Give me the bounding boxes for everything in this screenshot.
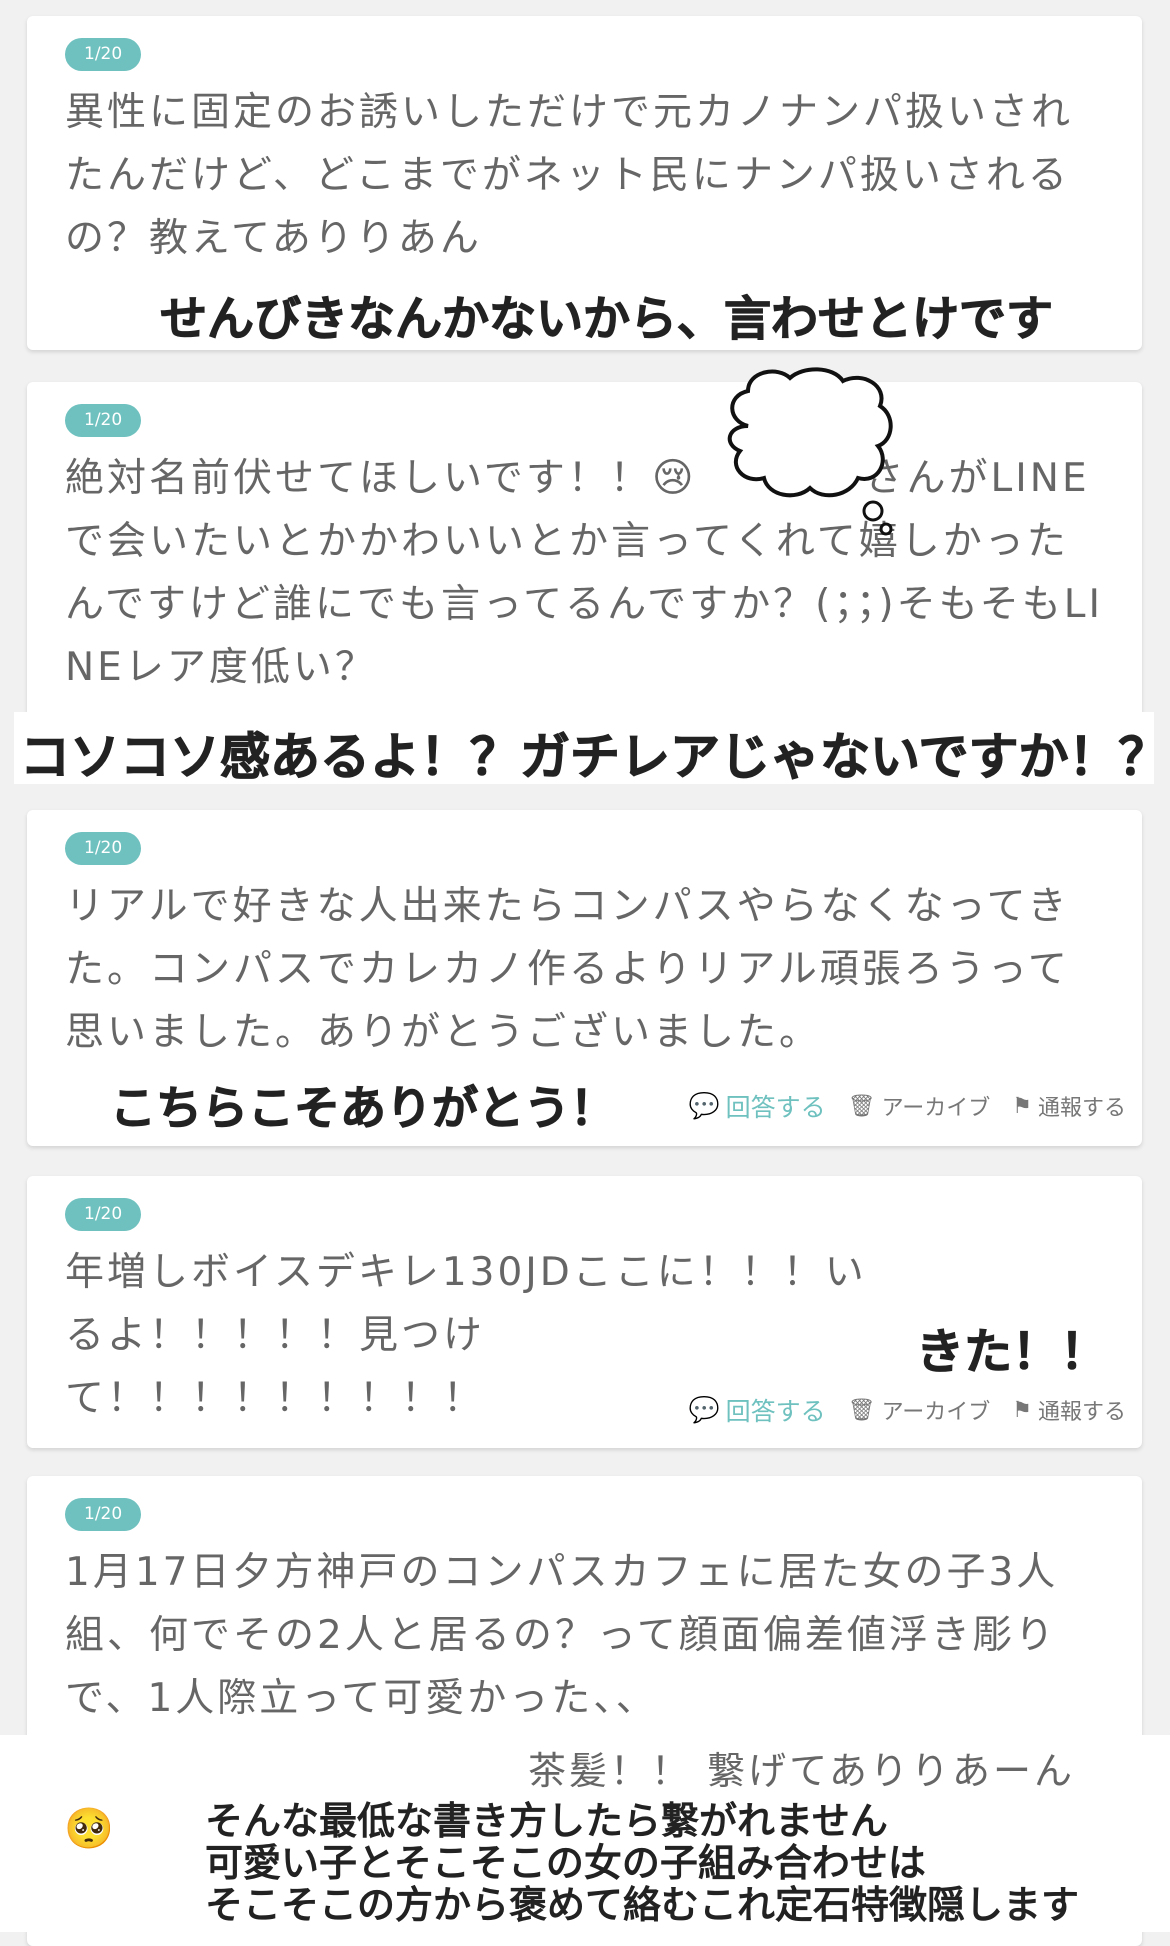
reply-button[interactable]: 💬 回答する [688, 1392, 825, 1428]
answer-overlay-3: こちらこそありがとう！ [110, 1081, 617, 1136]
question-text: 絶対名前伏せてほしいです！！😢 さんがLINEで会いたいとかかわいいとか言ってく… [65, 447, 1108, 699]
date-badge: 1/20 [65, 832, 142, 865]
chat-bubble-icon: 💬 [688, 1395, 720, 1424]
archive-button[interactable]: 🗑 アーカイブ [848, 1394, 991, 1426]
report-button[interactable]: ⚑ 通報する [1012, 1090, 1126, 1122]
question-text: 1月17日夕方神戸のコンパスカフェに居た女の子3人組、何でその2人と居るの？って… [65, 1550, 1059, 1721]
answer-overlay-4: きた！！ [915, 1324, 1109, 1381]
flag-icon: ⚑ [1012, 1397, 1032, 1423]
question-text: リアルで好きな人出来たらコンパスやらなくなってきた。コンパスでカレカノ作るよりリ… [65, 884, 1070, 1055]
trash-icon: 🗑 [847, 1397, 876, 1423]
date-badge: 1/20 [65, 1498, 142, 1531]
report-button[interactable]: ⚑ 通報する [1012, 1394, 1126, 1426]
chat-bubble-icon: 💬 [688, 1091, 720, 1120]
pleading-face-icon: 🥺 [64, 1806, 114, 1852]
reply-label: 回答する [725, 1397, 826, 1426]
trash-icon: 🗑 [847, 1093, 876, 1119]
action-bar: 💬 回答する 🗑 アーカイブ ⚑ 通報する [688, 1392, 1126, 1428]
archive-label: アーカイブ [881, 1400, 991, 1425]
report-label: 通報する [1037, 1400, 1126, 1425]
answer-overlay-1: せんびきなんかないから、言わせとけです [160, 292, 1054, 348]
reply-button[interactable]: 💬 回答する [688, 1088, 825, 1124]
date-badge: 1/20 [65, 38, 142, 71]
question-text-part: 絶対名前伏せてほしいです！！ [65, 456, 652, 501]
reply-label: 回答する [725, 1093, 826, 1122]
report-label: 通報する [1037, 1096, 1126, 1121]
question-text: 異性に固定のお誘いしただけで元カノナンパ扱いされたんだけど、どこまでがネット民に… [65, 90, 1074, 261]
archive-label: アーカイブ [881, 1096, 991, 1121]
question-tail: 茶髪！！ 繋げてありりあーん [528, 1749, 1075, 1793]
answer-overlay-2: コソコソ感あるよ！？ガチレアじゃないですか！？ [20, 728, 1169, 787]
question-card-2: 1/20 絶対名前伏せてほしいです！！😢 さんがLINEで会いたいとかかわいいと… [27, 382, 1142, 734]
action-bar: 💬 回答する 🗑 アーカイブ ⚑ 通報する [688, 1088, 1126, 1124]
answer-line-1: そんな最低な書き方したら繋がれません [205, 1799, 888, 1843]
date-badge: 1/20 [65, 404, 142, 437]
crying-face-icon: 😢 [651, 455, 697, 501]
flag-icon: ⚑ [1012, 1093, 1032, 1119]
date-badge: 1/20 [65, 1198, 142, 1231]
thought-bubble-censor [727, 367, 893, 536]
archive-button[interactable]: 🗑 アーカイブ [848, 1090, 991, 1122]
answer-line-2: 可愛い子とそこそこの女の子組み合わせは [205, 1841, 926, 1885]
answer-line-3: そこそこの方から褒めて絡むこれ定石特徴隠します [205, 1883, 1080, 1927]
